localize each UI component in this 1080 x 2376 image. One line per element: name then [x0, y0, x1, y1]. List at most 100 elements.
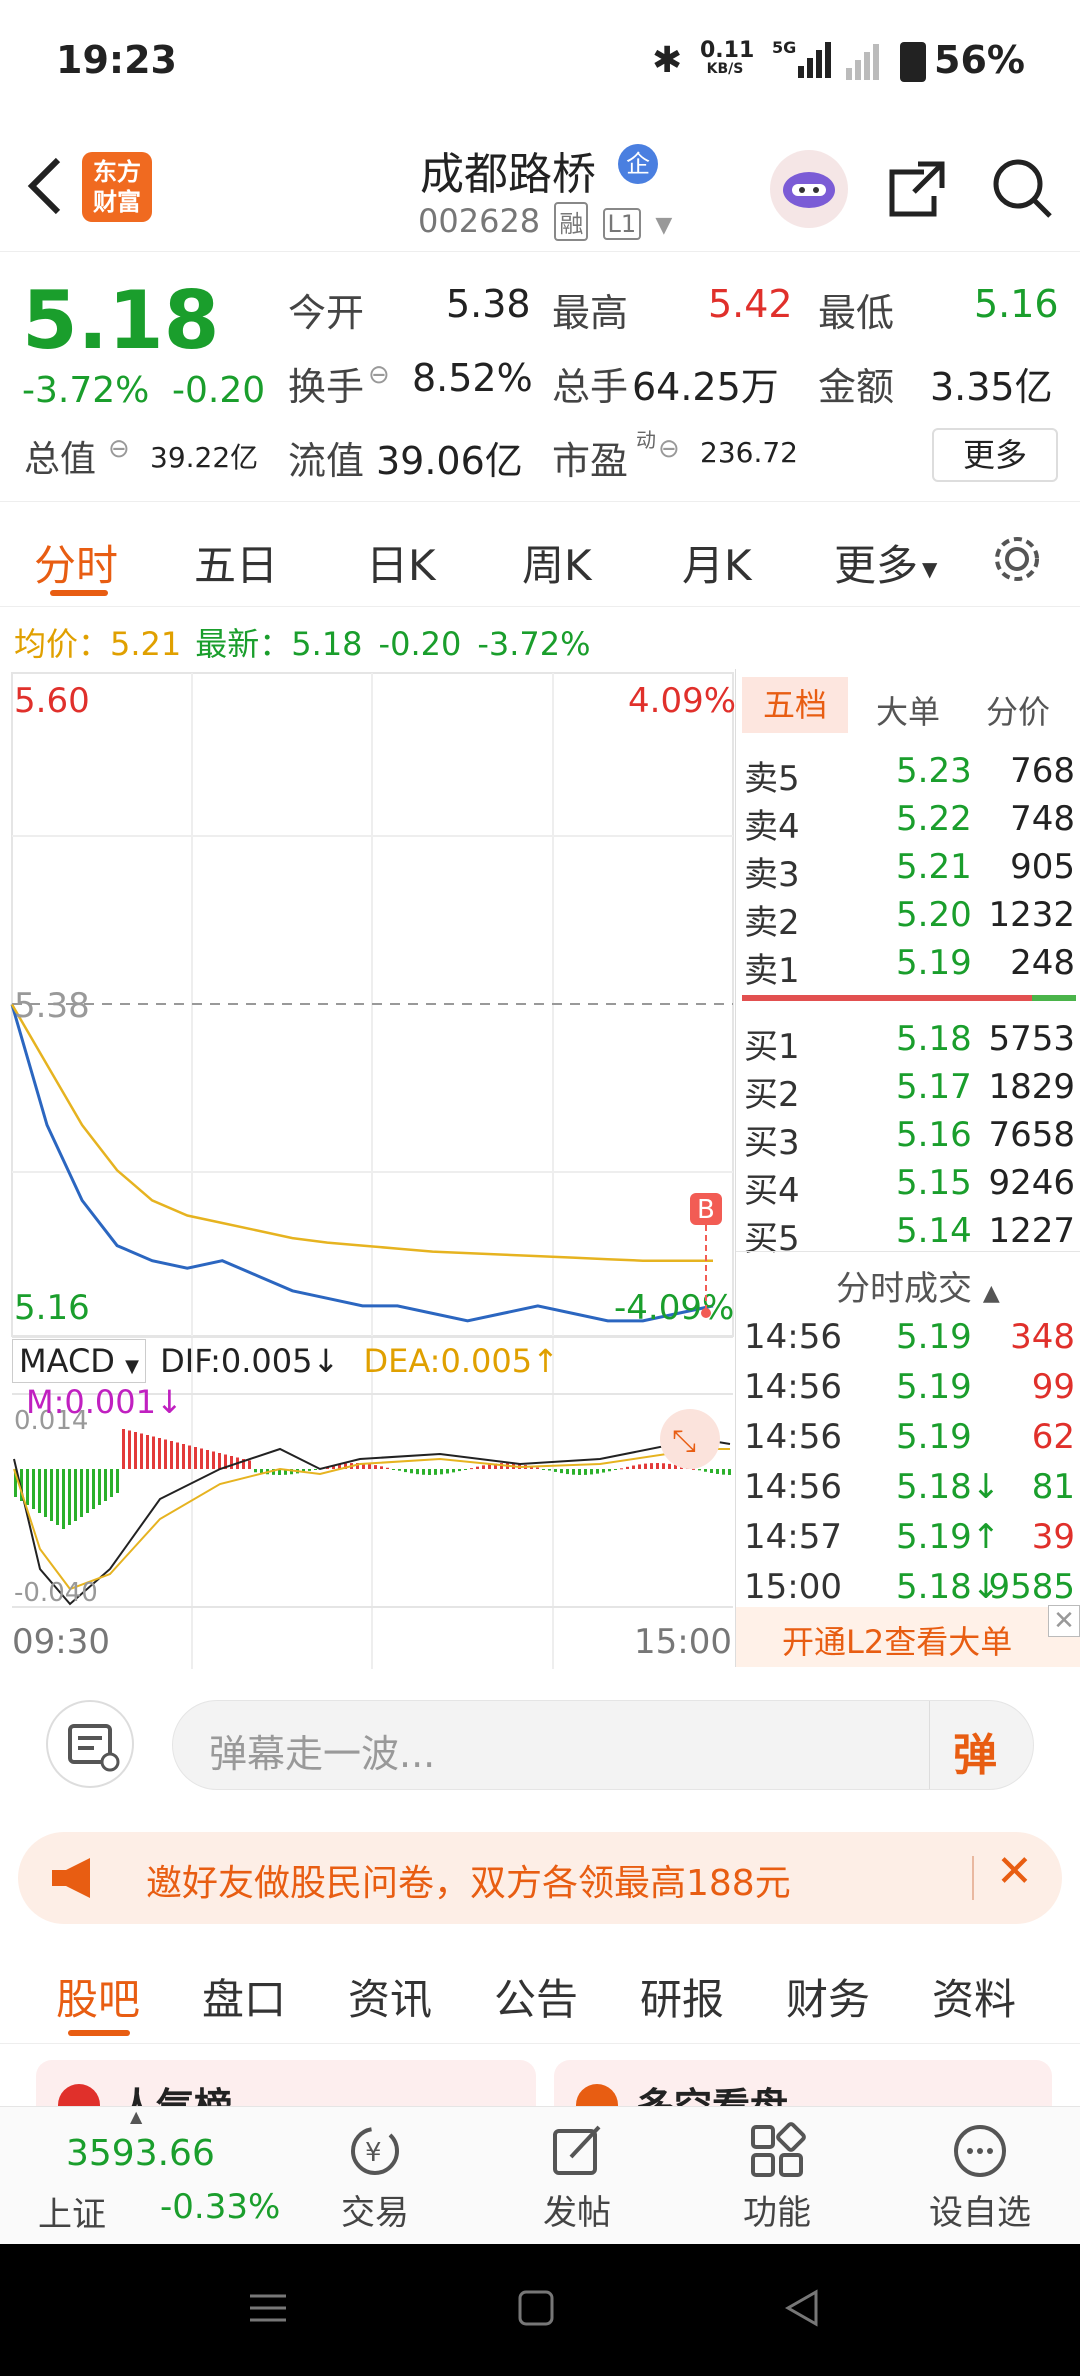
- macd-bar: [392, 1469, 395, 1470]
- l2-banner[interactable]: 开通L2查看大单 ✕: [736, 1605, 1080, 1667]
- content-tabs: 股吧 盘口 资讯 公告 研报 财务 资料: [0, 1940, 1080, 2044]
- card-long-short[interactable]: 多空看盘: [554, 2060, 1052, 2106]
- tab-daily-k[interactable]: 日K: [366, 532, 436, 593]
- ask-row[interactable]: 卖5 5.23 768: [736, 747, 1080, 799]
- back-triangle-icon[interactable]: [780, 2286, 824, 2330]
- stock-code-row[interactable]: 002628 融 L1 ▼: [418, 202, 672, 241]
- macd-bar: [254, 1469, 257, 1473]
- index-widget[interactable]: 3593.66: [66, 2133, 215, 2174]
- macd-bar: [410, 1469, 413, 1474]
- tab-order-book[interactable]: 五档: [742, 677, 848, 733]
- ask-volume: 1232: [988, 895, 1075, 935]
- ask-price: 5.21: [896, 847, 972, 887]
- close-icon[interactable]: ✕: [1048, 1605, 1080, 1637]
- macd-bar: [482, 1465, 485, 1469]
- macd-bar: [218, 1453, 221, 1469]
- tab-forum[interactable]: 股吧: [56, 1966, 140, 2027]
- nav-trade-label: 交易: [341, 2193, 409, 2233]
- tab-price-dist[interactable]: 分价: [986, 687, 1050, 733]
- tick-price: 5.18↓: [896, 1567, 1001, 1607]
- back-button[interactable]: [22, 154, 66, 222]
- ask-level-label: 卖4: [744, 807, 800, 847]
- level-tag: L1: [602, 208, 642, 240]
- change-percent: -3.72%: [22, 370, 150, 411]
- promo-banner[interactable]: 邀好友做股民问卷，双方各领最高188元 ✕: [18, 1832, 1062, 1924]
- bid-row[interactable]: 买3 5.16 7658: [736, 1111, 1080, 1163]
- tab-monthly-k[interactable]: 月K: [682, 532, 752, 593]
- pe-info-icon[interactable]: ⊖: [658, 434, 680, 464]
- ask-row[interactable]: 卖1 5.19 248: [736, 939, 1080, 991]
- tab-research[interactable]: 研报: [640, 1966, 724, 2027]
- comment-placeholder: 弹幕走一波...: [209, 1732, 436, 1776]
- ymin-label: 5.16: [14, 1288, 90, 1328]
- macd-bar: [698, 1469, 701, 1471]
- card-popularity[interactable]: 人气榜: [36, 2060, 536, 2106]
- bid-row[interactable]: 买1 5.18 5753: [736, 1015, 1080, 1067]
- tab-profile[interactable]: 资料: [932, 1966, 1016, 2027]
- tab-financials[interactable]: 财务: [786, 1966, 870, 2027]
- danmu-settings-icon: [68, 1724, 120, 1772]
- bid-price: 5.17: [896, 1067, 972, 1107]
- tab-weekly-k[interactable]: 周K: [522, 532, 592, 593]
- tab-announcements[interactable]: 公告: [494, 1966, 578, 2027]
- comment-settings-button[interactable]: [46, 1700, 134, 1788]
- macd-selector[interactable]: MACD ▼: [12, 1339, 146, 1383]
- search-button[interactable]: [988, 154, 1054, 224]
- tab-intraday[interactable]: 分时: [34, 532, 118, 593]
- ask-price: 5.20: [896, 895, 972, 935]
- ask-row[interactable]: 卖2 5.20 1232: [736, 891, 1080, 943]
- l2-banner-text: 开通L2查看大单: [782, 1623, 1013, 1661]
- chart-settings-button[interactable]: [990, 532, 1044, 590]
- macd-bar: [632, 1465, 635, 1469]
- promo-close-icon[interactable]: ✕: [996, 1846, 1033, 1897]
- bid-row[interactable]: 买2 5.17 1829: [736, 1063, 1080, 1115]
- ask-row[interactable]: 卖3 5.21 905: [736, 843, 1080, 895]
- tab-orderbook[interactable]: 盘口: [202, 1966, 286, 2027]
- amount-label: 金额: [818, 365, 895, 409]
- turnover-info-icon[interactable]: ⊖: [368, 360, 390, 390]
- tab-more[interactable]: 更多 ▼: [834, 532, 937, 593]
- ai-assistant-button[interactable]: [770, 150, 848, 228]
- comment-input[interactable]: 弹幕走一波... 弹: [172, 1700, 1034, 1790]
- market-cap-info-icon[interactable]: ⊖: [108, 434, 130, 464]
- macd-bar: [56, 1469, 59, 1525]
- latest-value: 5.18: [291, 625, 363, 663]
- intraday-chart[interactable]: 5.60 4.09% 5.38 5.16 -4.09% B 0.014 -0.0…: [0, 669, 736, 1669]
- bid-row[interactable]: 买4 5.15 9246: [736, 1159, 1080, 1211]
- bid-volume: 1829: [988, 1067, 1075, 1107]
- nav-trade[interactable]: ¥ 交易: [330, 2121, 420, 2234]
- tab-big-orders[interactable]: 大单: [876, 687, 940, 733]
- content-tab-indicator: [68, 2030, 130, 2036]
- share-button[interactable]: [884, 156, 948, 224]
- market-cap-value: 39.22亿: [150, 441, 259, 474]
- macd-selector-label: MACD: [19, 1342, 115, 1380]
- ticks-header[interactable]: 分时成交 ▲: [836, 1261, 1000, 1310]
- macd-bar: [176, 1442, 179, 1469]
- nav-features[interactable]: 功能: [732, 2121, 822, 2234]
- intraday-chart-svg: 5.60 4.09% 5.38 5.16 -4.09% B 0.014 -0.0…: [10, 672, 736, 1669]
- more-button[interactable]: 更多: [932, 428, 1058, 482]
- high-value: 5.42: [708, 282, 793, 326]
- current-price: 5.18: [22, 274, 220, 367]
- more-circle-icon: [954, 2125, 1006, 2177]
- menu-icon[interactable]: [246, 2286, 290, 2330]
- expand-icon: ⤡: [672, 1424, 696, 1459]
- tab-news[interactable]: 资讯: [348, 1966, 432, 2027]
- ask-row[interactable]: 卖4 5.22 748: [736, 795, 1080, 847]
- tab-five-day[interactable]: 五日: [194, 532, 278, 593]
- macd-bar: [710, 1469, 713, 1473]
- bid-row[interactable]: 买5 5.14 1227: [736, 1207, 1080, 1259]
- bid-volume: 1227: [988, 1211, 1075, 1251]
- float-cap-value: 39.06亿: [376, 439, 523, 483]
- bid-level-label: 买4: [744, 1171, 800, 1211]
- macd-bottom-label: -0.040: [14, 1578, 98, 1608]
- home-icon[interactable]: [514, 2286, 558, 2330]
- bid-level-label: 买3: [744, 1123, 800, 1163]
- macd-bar: [374, 1465, 377, 1469]
- open-label: 今开: [288, 291, 365, 335]
- time-end-label: 15:00: [634, 1622, 732, 1662]
- danmu-button[interactable]: 弹: [953, 1719, 997, 1783]
- signal-sim2-icon: [842, 42, 886, 86]
- nav-post[interactable]: 发帖: [532, 2121, 622, 2234]
- nav-watchlist[interactable]: 设自选: [920, 2121, 1040, 2234]
